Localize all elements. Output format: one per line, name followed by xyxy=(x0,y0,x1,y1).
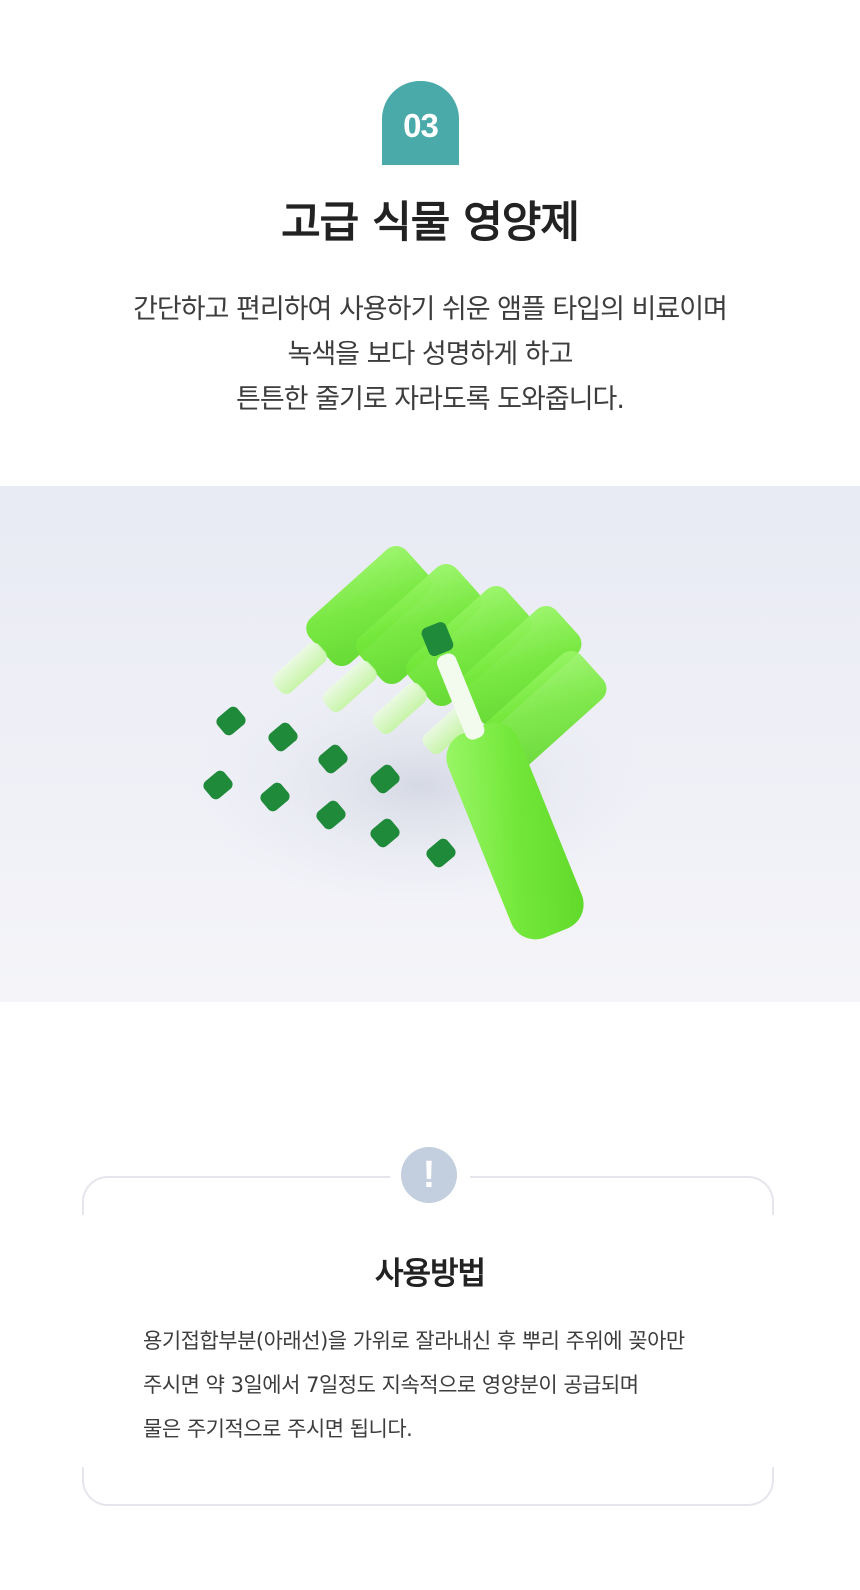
section-title: 고급 식물 영양제 xyxy=(281,198,580,248)
usage-title: 사용방법 xyxy=(374,1256,486,1292)
instruction-line: 주시면 약 3일에서 7일정도 지속적으로 영양분이 공급되며 xyxy=(143,1373,639,1397)
description-line: 간단하고 편리하여 사용하기 쉬운 앰플 타입의 비료이며 xyxy=(133,294,728,325)
instruction-line: 용기접합부분(아래선)을 가위로 잘라내신 후 뿌리 주위에 꽂아만 xyxy=(143,1329,685,1353)
instruction-line: 물은 주기적으로 주시면 됩니다. xyxy=(143,1417,413,1441)
ampoule-illustration xyxy=(190,546,650,940)
usage-instructions: 용기접합부분(아래선)을 가위로 잘라내신 후 뿌리 주위에 꽂아만 주시면 약… xyxy=(143,1319,783,1451)
product-photo xyxy=(0,486,860,1002)
exclamation-icon: ! xyxy=(401,1147,457,1203)
description-line: 녹색을 보다 성명하게 하고 xyxy=(287,339,574,370)
description-line: 튼튼한 줄기로 자라도록 도와줍니다. xyxy=(236,384,625,415)
section-description: 간단하고 편리하여 사용하기 쉬운 앰플 타입의 비료이며 녹색을 보다 성명하… xyxy=(0,287,860,422)
section-number-badge: 03 xyxy=(382,81,459,165)
